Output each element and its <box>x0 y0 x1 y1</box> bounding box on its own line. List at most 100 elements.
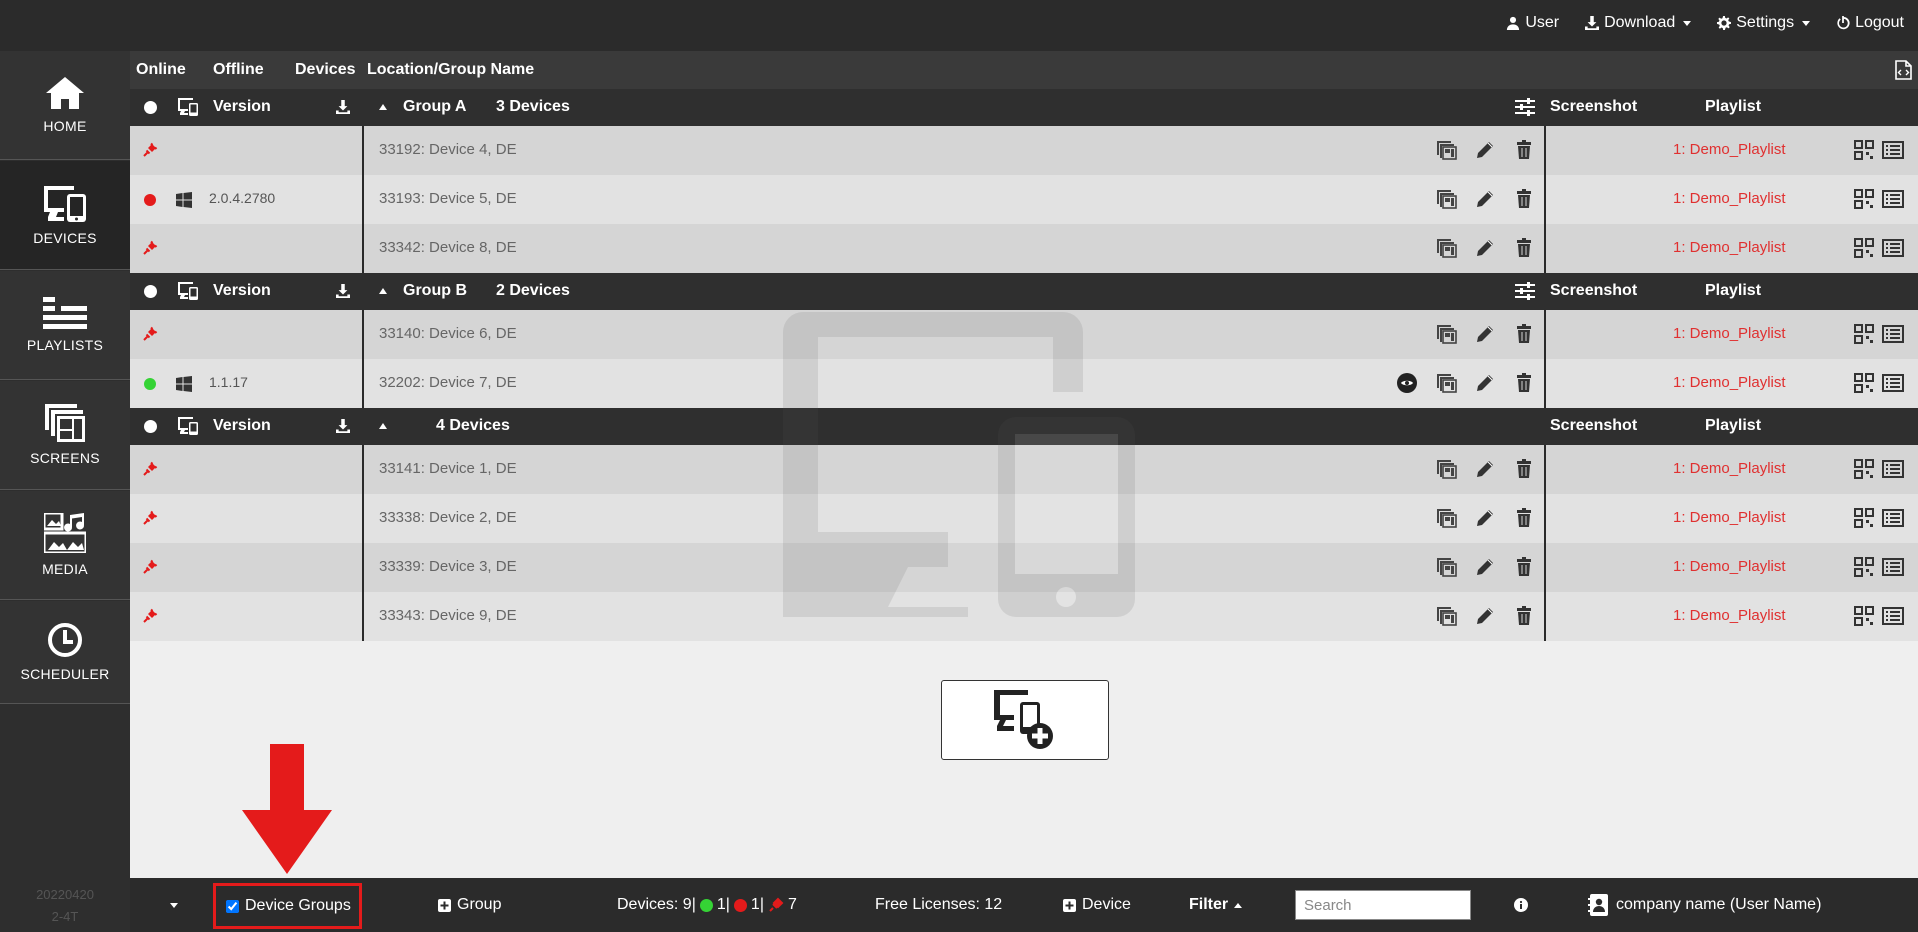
device-name[interactable]: 33338: Device 2, DE <box>379 509 517 526</box>
trash-icon[interactable] <box>1513 507 1535 529</box>
trash-icon[interactable] <box>1513 372 1535 394</box>
device-playlist-link[interactable]: 1: Demo_Playlist <box>1673 325 1786 342</box>
footer-toggle[interactable] <box>170 878 184 932</box>
collapse-group-icon[interactable] <box>379 423 387 429</box>
version-column-label[interactable]: Version <box>213 417 271 435</box>
edit-pencil-icon[interactable] <box>1474 139 1496 161</box>
device-playlist-link[interactable]: 1: Demo_Playlist <box>1673 190 1786 207</box>
table-row[interactable]: 33343: Device 9, DE 1: Demo_Playlist <box>130 592 1918 641</box>
filter-button[interactable]: Filter <box>1189 878 1243 932</box>
status-filter-dot[interactable] <box>144 101 157 114</box>
device-name[interactable]: 33193: Device 5, DE <box>379 190 517 207</box>
trash-icon[interactable] <box>1513 556 1535 578</box>
device-name[interactable]: 33140: Device 6, DE <box>379 325 517 342</box>
sidebar-item-media[interactable]: MEDIA <box>0 491 130 600</box>
search-info-button[interactable] <box>1514 878 1528 932</box>
version-column-label[interactable]: Version <box>213 98 271 116</box>
sidebar-item-playlists[interactable]: PLAYLISTS <box>0 271 130 380</box>
download-menu[interactable]: Download <box>1585 14 1692 32</box>
screenshot-icon[interactable] <box>1435 237 1457 259</box>
group-name[interactable]: Group A <box>403 98 466 116</box>
collapse-group-icon[interactable] <box>379 288 387 294</box>
table-row[interactable]: 33339: Device 3, DE 1: Demo_Playlist <box>130 543 1918 592</box>
settings-menu[interactable]: Settings <box>1717 14 1811 32</box>
qr-code-icon[interactable] <box>1853 237 1875 259</box>
add-group-button[interactable]: Group <box>438 878 501 932</box>
playlist-list-icon[interactable] <box>1882 323 1904 345</box>
trash-icon[interactable] <box>1513 237 1535 259</box>
qr-code-icon[interactable] <box>1853 139 1875 161</box>
qr-code-icon[interactable] <box>1853 323 1875 345</box>
edit-pencil-icon[interactable] <box>1474 605 1496 627</box>
column-devices[interactable]: Devices <box>295 61 356 79</box>
screenshot-icon[interactable] <box>1435 188 1457 210</box>
sliders-icon[interactable] <box>1515 282 1535 300</box>
edit-pencil-icon[interactable] <box>1474 507 1496 529</box>
device-playlist-link[interactable]: 1: Demo_Playlist <box>1673 374 1786 391</box>
playlist-list-icon[interactable] <box>1882 605 1904 627</box>
device-name[interactable]: 33343: Device 9, DE <box>379 607 517 624</box>
device-playlist-link[interactable]: 1: Demo_Playlist <box>1673 239 1786 256</box>
trash-icon[interactable] <box>1513 458 1535 480</box>
table-row[interactable]: 33338: Device 2, DE 1: Demo_Playlist <box>130 494 1918 543</box>
device-playlist-link[interactable]: 1: Demo_Playlist <box>1673 509 1786 526</box>
table-row[interactable]: 2.0.4.2780 33193: Device 5, DE 1: Demo_Pla… <box>130 175 1918 224</box>
screenshot-icon[interactable] <box>1435 323 1457 345</box>
edit-pencil-icon[interactable] <box>1474 237 1496 259</box>
remote-view-icon[interactable] <box>1396 372 1418 394</box>
download-icon[interactable] <box>336 419 350 433</box>
screenshot-icon[interactable] <box>1435 556 1457 578</box>
user-menu[interactable]: User <box>1506 14 1559 32</box>
add-device-footer-button[interactable]: Device <box>1063 878 1131 932</box>
device-playlist-link[interactable]: 1: Demo_Playlist <box>1673 460 1786 477</box>
download-icon[interactable] <box>336 284 350 298</box>
device-playlist-link[interactable]: 1: Demo_Playlist <box>1673 607 1786 624</box>
playlist-list-icon[interactable] <box>1882 556 1904 578</box>
device-name[interactable]: 33342: Device 8, DE <box>379 239 517 256</box>
edit-pencil-icon[interactable] <box>1474 556 1496 578</box>
qr-code-icon[interactable] <box>1853 188 1875 210</box>
qr-code-icon[interactable] <box>1853 507 1875 529</box>
sidebar-item-devices[interactable]: DEVICES <box>0 161 130 270</box>
column-location[interactable]: Location/Group Name <box>367 61 534 79</box>
screenshot-icon[interactable] <box>1435 372 1457 394</box>
column-offline[interactable]: Offline <box>213 61 264 79</box>
table-row[interactable]: 33342: Device 8, DE 1: Demo_Playlist <box>130 224 1918 273</box>
device-name[interactable]: 33339: Device 3, DE <box>379 558 517 575</box>
qr-code-icon[interactable] <box>1853 556 1875 578</box>
logout-button[interactable]: Logout <box>1836 14 1904 32</box>
device-name[interactable]: 33141: Device 1, DE <box>379 460 517 477</box>
column-online[interactable]: Online <box>136 61 186 79</box>
playlist-list-icon[interactable] <box>1882 237 1904 259</box>
trash-icon[interactable] <box>1513 605 1535 627</box>
playlist-list-icon[interactable] <box>1882 458 1904 480</box>
table-row[interactable]: 33141: Device 1, DE 1: Demo_Playlist <box>130 445 1918 494</box>
export-code-icon[interactable] <box>1894 60 1912 80</box>
account-info[interactable]: company name (User Name) <box>1588 878 1821 932</box>
device-playlist-link[interactable]: 1: Demo_Playlist <box>1673 558 1786 575</box>
qr-code-icon[interactable] <box>1853 605 1875 627</box>
device-groups-toggle[interactable]: Device Groups <box>213 883 362 929</box>
device-playlist-link[interactable]: 1: Demo_Playlist <box>1673 141 1786 158</box>
edit-pencil-icon[interactable] <box>1474 188 1496 210</box>
sidebar-item-scheduler[interactable]: SCHEDULER <box>0 601 130 704</box>
playlist-list-icon[interactable] <box>1882 188 1904 210</box>
screenshot-icon[interactable] <box>1435 458 1457 480</box>
edit-pencil-icon[interactable] <box>1474 458 1496 480</box>
device-name[interactable]: 33192: Device 4, DE <box>379 141 517 158</box>
group-name[interactable]: Group B <box>403 282 467 300</box>
download-icon[interactable] <box>336 100 350 114</box>
table-row[interactable]: 33140: Device 6, DE 1: Demo_Playlist <box>130 310 1918 359</box>
qr-code-icon[interactable] <box>1853 458 1875 480</box>
sidebar-item-home[interactable]: HOME <box>0 51 130 160</box>
trash-icon[interactable] <box>1513 323 1535 345</box>
sliders-icon[interactable] <box>1515 98 1535 116</box>
table-row[interactable]: 1.1.17 32202: Device 7, DE 1: Demo_Playlis… <box>130 359 1918 408</box>
device-groups-checkbox[interactable] <box>226 899 239 913</box>
version-column-label[interactable]: Version <box>213 282 271 300</box>
status-filter-dot[interactable] <box>144 285 157 298</box>
collapse-group-icon[interactable] <box>379 104 387 110</box>
search-input[interactable] <box>1295 890 1471 920</box>
playlist-list-icon[interactable] <box>1882 139 1904 161</box>
trash-icon[interactable] <box>1513 139 1535 161</box>
